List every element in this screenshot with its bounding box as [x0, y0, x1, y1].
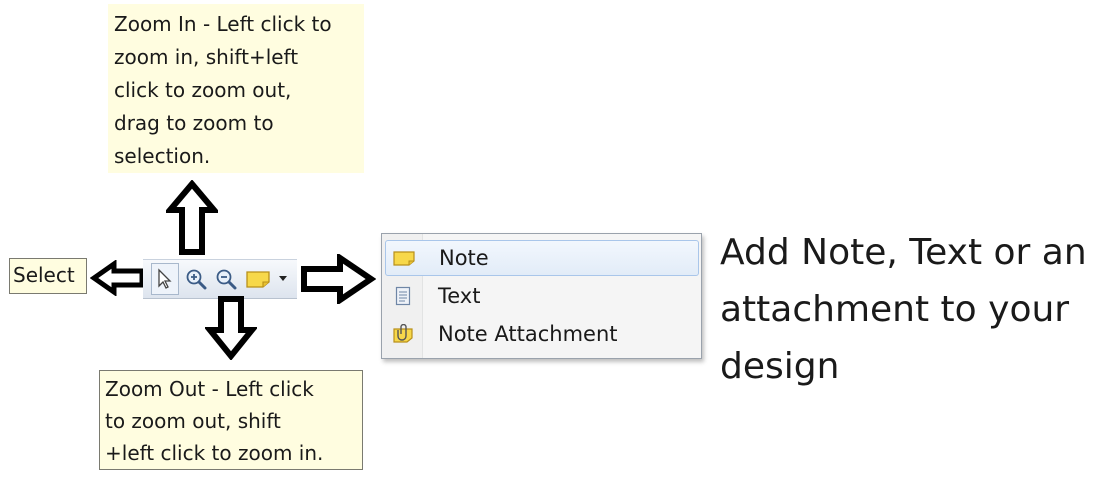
tooltip-line: selection. [114, 144, 211, 168]
tooltip-line: to zoom out, shift [105, 409, 281, 433]
menu-item-text[interactable]: Text [385, 278, 699, 314]
menu-item-note-attachment[interactable]: Note Attachment [385, 316, 699, 352]
menu-item-note[interactable]: Note [385, 240, 699, 276]
callout-line: attachment to your [720, 289, 1070, 330]
left-arrow-icon [90, 260, 145, 296]
note-dropdown-button[interactable] [274, 263, 292, 295]
menu-item-label: Note [439, 246, 489, 270]
tooltip-line: zoom in, shift+left [114, 45, 299, 69]
paperclip-note-icon [385, 324, 421, 344]
callout-text: Add Note, Text or an attachment to your … [720, 224, 1105, 395]
note-type-menu: Note Text Note Attachment [381, 233, 702, 359]
annotation-toolbar [143, 259, 297, 299]
callout-line: design [720, 346, 840, 387]
zoom-in-tooltip: Zoom In - Left click to zoom in, shift+l… [108, 4, 364, 173]
dropdown-triangle-icon [279, 276, 287, 281]
magnifier-minus-icon [216, 269, 237, 290]
sticky-note-icon [246, 271, 270, 288]
tooltip-line: Zoom In - Left click to [114, 12, 332, 36]
magnifier-plus-icon [186, 269, 207, 290]
add-note-button[interactable] [243, 263, 273, 295]
tooltip-label: Select [13, 263, 75, 287]
tooltip-line: Zoom Out - Left click [105, 377, 314, 401]
up-arrow-icon [166, 180, 218, 255]
select-tool-button[interactable] [151, 263, 179, 295]
tooltip-line: +left click to zoom in. [105, 441, 324, 465]
callout-line: Add Note, Text or an [720, 232, 1087, 273]
sticky-note-icon [386, 250, 422, 267]
cursor-arrow-icon [158, 268, 172, 289]
select-tooltip: Select [9, 258, 87, 294]
menu-item-label: Note Attachment [438, 322, 618, 346]
tooltip-line: drag to zoom to [114, 111, 274, 135]
text-document-icon [385, 286, 421, 306]
menu-item-label: Text [438, 284, 481, 308]
right-arrow-icon [301, 254, 376, 304]
zoom-in-button[interactable] [183, 263, 209, 295]
down-arrow-icon [205, 296, 257, 360]
tooltip-line: click to zoom out, [114, 78, 292, 102]
zoom-out-tooltip: Zoom Out - Left click to zoom out, shift… [99, 370, 363, 470]
zoom-out-button[interactable] [213, 263, 239, 295]
